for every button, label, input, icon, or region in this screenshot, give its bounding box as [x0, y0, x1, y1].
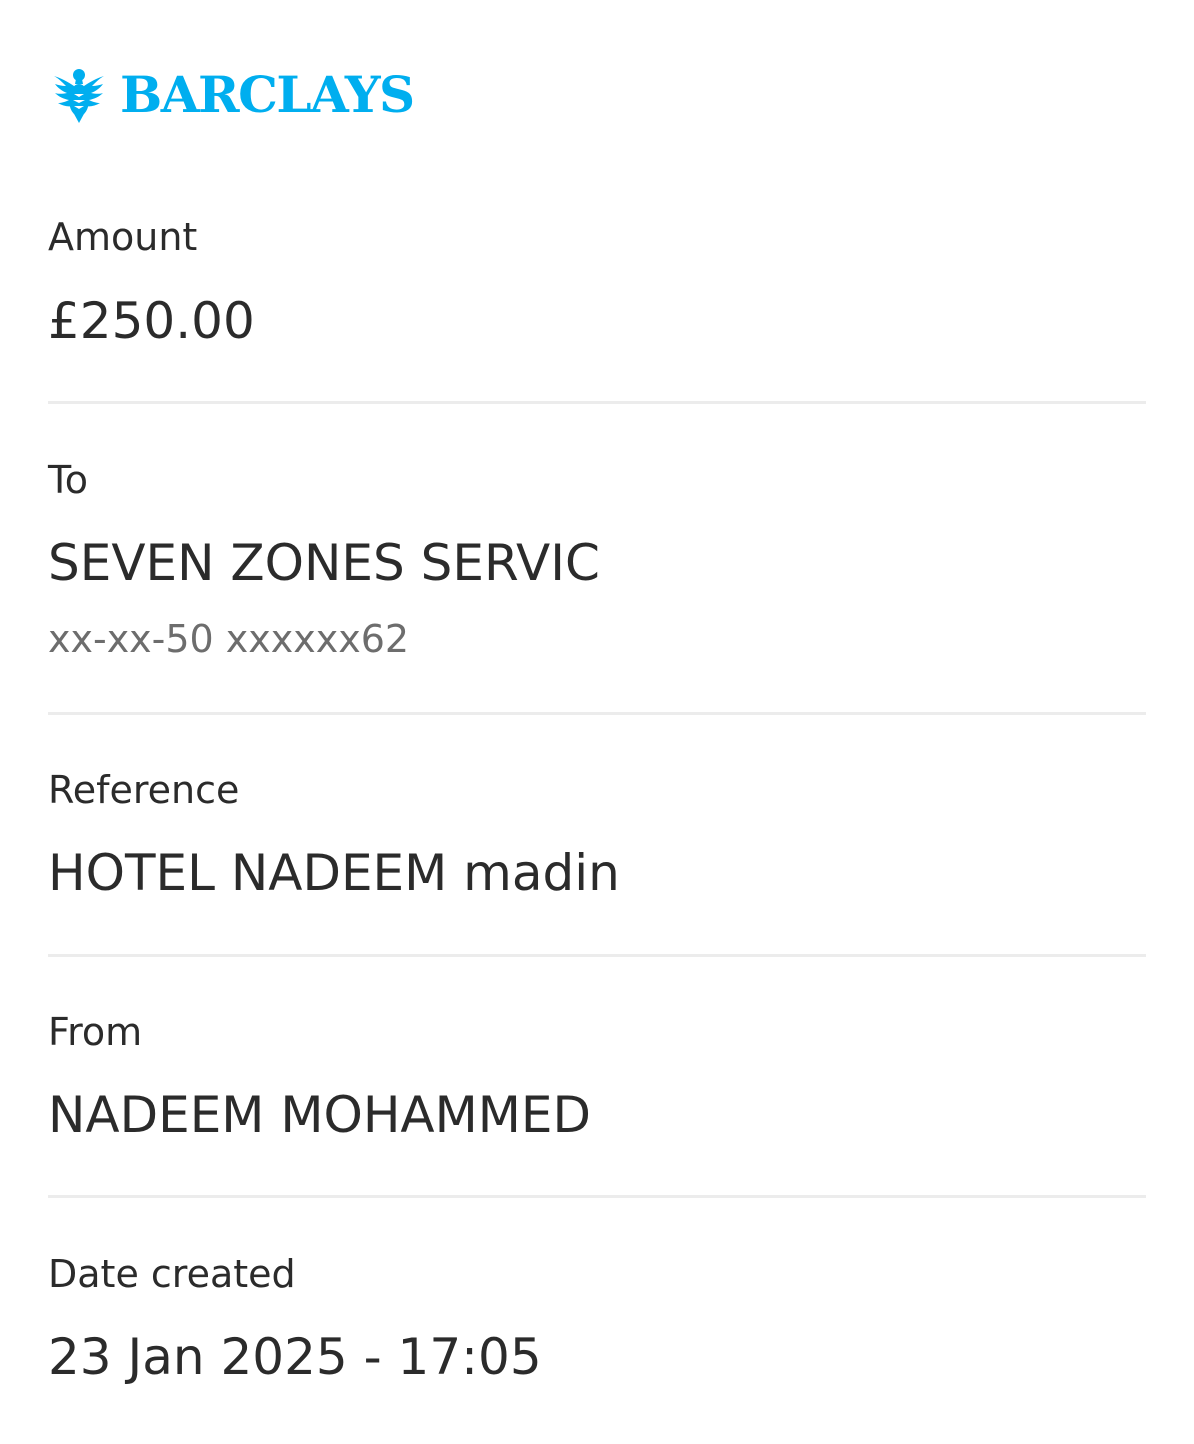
from-label: From [48, 1010, 143, 1054]
reference-value: HOTEL NADEEM madin [48, 844, 620, 902]
date-value: 23 Jan 2025 - 17:05 [48, 1328, 542, 1386]
to-label: To [48, 458, 89, 502]
reference-label: Reference [48, 768, 240, 812]
divider [48, 1195, 1146, 1198]
payee-account: xx-xx-50 xxxxxx62 [48, 617, 410, 661]
brand-name: BARCLAYS [120, 65, 415, 124]
payee-name: SEVEN ZONES SERVIC [48, 534, 600, 592]
divider [48, 954, 1146, 957]
divider [48, 712, 1146, 715]
date-label: Date created [48, 1252, 296, 1296]
amount-label: Amount [48, 215, 198, 259]
amount-value: £250.00 [48, 292, 255, 350]
divider [48, 401, 1146, 404]
barclays-logo: BARCLAYS [52, 64, 415, 126]
from-value: NADEEM MOHAMMED [48, 1086, 591, 1144]
eagle-icon [54, 69, 104, 123]
